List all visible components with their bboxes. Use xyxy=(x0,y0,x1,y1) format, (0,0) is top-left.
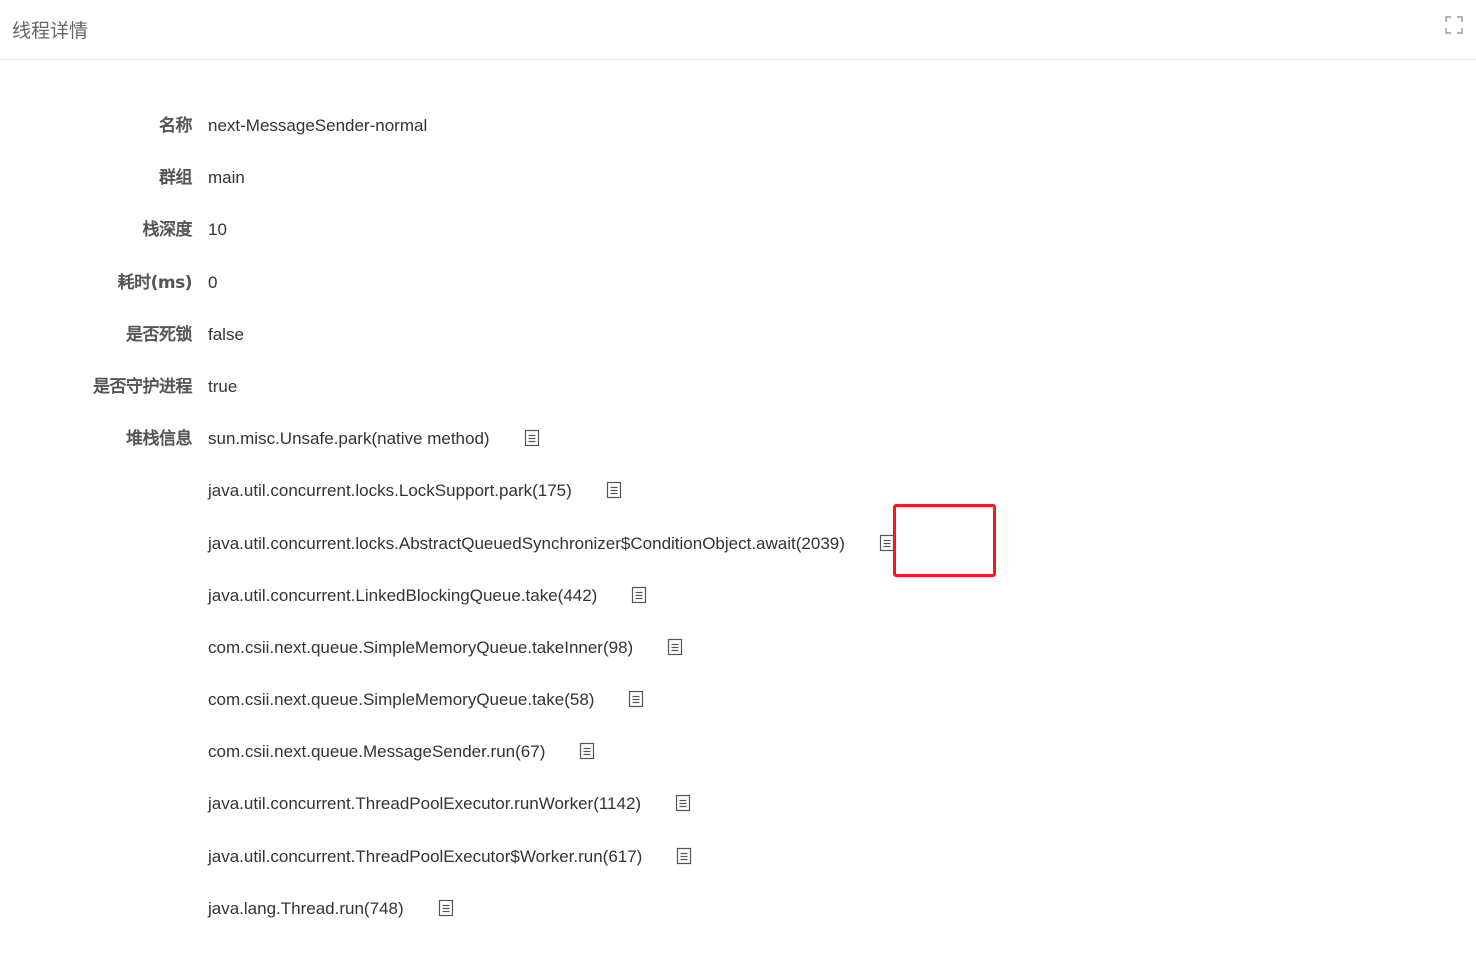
fullscreen-icon xyxy=(1445,16,1463,34)
stack-frame-row: com.csii.next.queue.MessageSender.run(67… xyxy=(0,726,1476,778)
field-stack-depth-row: 栈深度 10 xyxy=(0,204,1476,256)
field-value: main xyxy=(208,168,245,188)
stack-frame: java.util.concurrent.LinkedBlockingQueue… xyxy=(208,584,647,608)
stack-frame-text: java.util.concurrent.locks.LockSupport.p… xyxy=(208,481,572,501)
stack-frame-text: java.util.concurrent.ThreadPoolExecutor.… xyxy=(208,794,642,814)
field-value: 10 xyxy=(208,220,227,240)
document-icon[interactable] xyxy=(631,586,647,604)
document-icon[interactable] xyxy=(879,534,895,552)
stack-frame-text: java.util.concurrent.ThreadPoolExecutor$… xyxy=(208,846,643,866)
stack-label: 堆栈信息 xyxy=(126,429,193,450)
stack-frame: java.util.concurrent.locks.AbstractQueue… xyxy=(208,532,895,556)
field-value: false xyxy=(208,324,244,344)
field-label: 群组 xyxy=(159,168,193,189)
field-elapsed-row: 耗时(ms) 0 xyxy=(0,257,1476,309)
stack-frame-row: com.csii.next.queue.SimpleMemoryQueue.ta… xyxy=(0,622,1476,674)
field-value: true xyxy=(208,376,238,396)
stack-frame: com.csii.next.queue.SimpleMemoryQueue.ta… xyxy=(208,688,644,712)
document-icon[interactable] xyxy=(628,690,644,708)
thread-detail-form: 名称 next-MessageSender-normal 群组 main 栈深度… xyxy=(0,100,1476,935)
document-icon[interactable] xyxy=(579,742,595,760)
fullscreen-button[interactable] xyxy=(1443,14,1465,36)
field-value: next-MessageSender-normal xyxy=(208,116,428,135)
document-icon[interactable] xyxy=(667,638,683,656)
stack-frame: java.lang.Thread.run(748) xyxy=(208,897,454,921)
stack-frame: sun.misc.Unsafe.park(native method) xyxy=(208,427,540,451)
stack-frame-row: java.util.concurrent.ThreadPoolExecutor$… xyxy=(0,831,1476,883)
field-label: 是否死锁 xyxy=(126,324,193,345)
stack-frame-row: java.util.concurrent.ThreadPoolExecutor.… xyxy=(0,778,1476,830)
stack-frame-row: java.util.concurrent.locks.AbstractQueue… xyxy=(0,518,1476,570)
panel-header: 线程详情 xyxy=(0,0,1476,60)
document-icon[interactable] xyxy=(438,899,454,917)
document-icon[interactable] xyxy=(675,794,691,812)
stack-frame-row: java.lang.Thread.run(748) xyxy=(0,883,1476,935)
document-icon[interactable] xyxy=(676,847,692,865)
field-deadlock-row: 是否死锁 false xyxy=(0,309,1476,361)
stack-frame-row: 堆栈信息 sun.misc.Unsafe.park(native method) xyxy=(0,413,1476,465)
stack-frame: com.csii.next.queue.SimpleMemoryQueue.ta… xyxy=(208,636,683,660)
stack-frame-text: com.csii.next.queue.MessageSender.run(67… xyxy=(208,742,546,762)
field-label: 耗时(ms) xyxy=(117,272,193,293)
document-icon[interactable] xyxy=(524,429,540,447)
field-daemon-row: 是否守护进程 true xyxy=(0,361,1476,413)
page-title: 线程详情 xyxy=(12,20,89,42)
document-icon[interactable] xyxy=(606,481,622,499)
field-value: 0 xyxy=(208,272,218,292)
stack-frame-row: java.util.concurrent.locks.LockSupport.p… xyxy=(0,465,1476,517)
stack-frame-text: com.csii.next.queue.SimpleMemoryQueue.ta… xyxy=(208,637,634,657)
field-label: 名称 xyxy=(159,116,193,136)
field-group-row: 群组 main xyxy=(0,152,1476,204)
stack-frame-text: java.lang.Thread.run(748) xyxy=(208,898,404,918)
stack-frame: java.util.concurrent.locks.LockSupport.p… xyxy=(208,479,622,503)
stack-frame: java.util.concurrent.ThreadPoolExecutor$… xyxy=(208,845,692,869)
field-label: 栈深度 xyxy=(142,220,193,241)
stack-frame-row: java.util.concurrent.LinkedBlockingQueue… xyxy=(0,570,1476,622)
stack-frame-text: java.util.concurrent.LinkedBlockingQueue… xyxy=(208,585,598,605)
stack-frame-text: java.util.concurrent.locks.AbstractQueue… xyxy=(208,533,845,553)
stack-frame: java.util.concurrent.ThreadPoolExecutor.… xyxy=(208,792,691,816)
stack-frame-text: sun.misc.Unsafe.park(native method) xyxy=(208,429,490,449)
stack-frame: com.csii.next.queue.MessageSender.run(67… xyxy=(208,740,595,764)
stack-frame-text: com.csii.next.queue.SimpleMemoryQueue.ta… xyxy=(208,690,595,710)
field-name-row: 名称 next-MessageSender-normal xyxy=(0,100,1476,152)
stack-frame-row: com.csii.next.queue.SimpleMemoryQueue.ta… xyxy=(0,674,1476,726)
field-label: 是否守护进程 xyxy=(93,376,193,397)
